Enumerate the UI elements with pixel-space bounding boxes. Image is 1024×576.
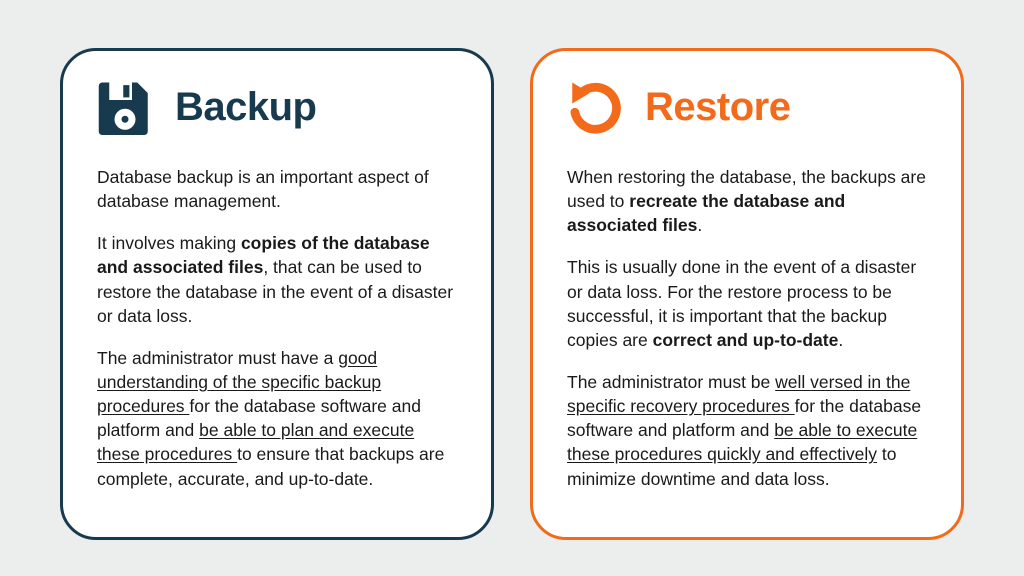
- backup-header: Backup: [97, 79, 457, 135]
- bold-text: correct and up-to-date: [653, 330, 839, 350]
- backup-body: Database backup is an important aspect o…: [97, 165, 457, 491]
- backup-paragraph-1: Database backup is an important aspect o…: [97, 165, 457, 213]
- text: .: [697, 215, 702, 235]
- text: The administrator must be: [567, 372, 775, 392]
- restore-title: Restore: [645, 85, 790, 130]
- text: It involves making: [97, 233, 241, 253]
- text: .: [838, 330, 843, 350]
- restore-header: Restore: [567, 79, 927, 135]
- undo-arrow-icon: [567, 79, 623, 135]
- backup-paragraph-3: The administrator must have a good under…: [97, 346, 457, 491]
- restore-card: Restore When restoring the database, the…: [530, 48, 964, 540]
- restore-body: When restoring the database, the backups…: [567, 165, 927, 491]
- restore-paragraph-2: This is usually done in the event of a d…: [567, 255, 927, 352]
- restore-paragraph-3: The administrator must be well versed in…: [567, 370, 927, 491]
- backup-title: Backup: [175, 85, 317, 130]
- backup-card: Backup Database backup is an important a…: [60, 48, 494, 540]
- text: The administrator must have a: [97, 348, 338, 368]
- restore-paragraph-1: When restoring the database, the backups…: [567, 165, 927, 237]
- floppy-disk-icon: [97, 79, 153, 135]
- backup-paragraph-2: It involves making copies of the databas…: [97, 231, 457, 328]
- text: Database backup is an important aspect o…: [97, 167, 429, 211]
